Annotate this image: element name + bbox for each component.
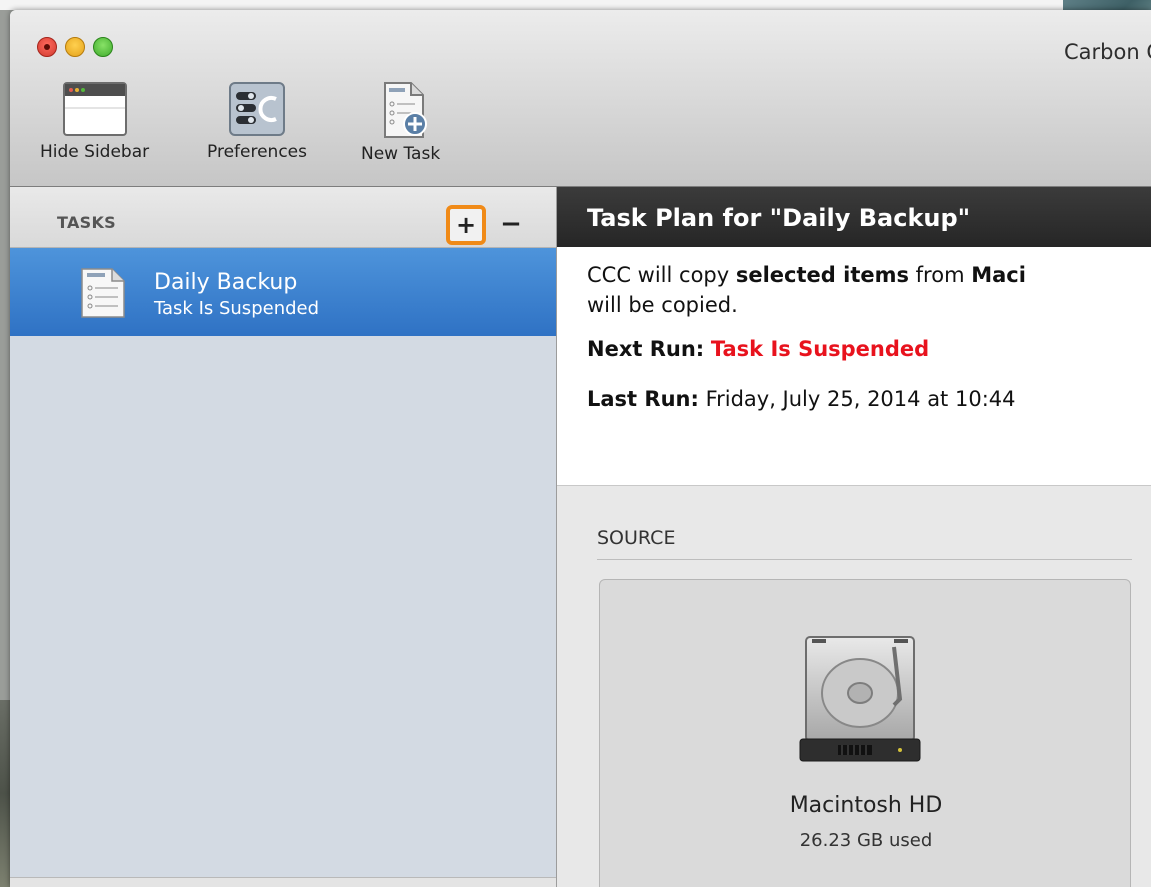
source-volume-used: 26.23 GB used [799,830,933,851]
task-plan-title: Task Plan for "Daily Backup" [587,204,971,232]
task-list-item-daily-backup[interactable]: Daily Backup Task Is Suspended [10,248,556,336]
last-run-label: Last Run: [587,387,699,411]
sidebar-footer [10,877,556,887]
app-window: Carbon Copy Cloner Hide Sidebar [10,10,1151,887]
sidebar-header: TASKS + − [10,187,556,248]
task-plan-header: Task Plan for "Daily Backup" [557,187,1151,247]
preferences-label: Preferences [207,142,307,162]
copy-text-source-name: Maci [971,263,1026,287]
add-task-button[interactable]: + [446,205,486,245]
copy-text-1: CCC will copy [587,263,736,287]
copy-description-line: CCC will copy selected items from Maci [587,263,1026,287]
hide-sidebar-label: Hide Sidebar [40,142,150,162]
next-run-label: Next Run: [587,337,705,361]
last-run-value: Friday, July 25, 2014 at 10:44 [705,387,1016,411]
preferences-button[interactable]: Preferences [207,82,307,162]
hard-drive-icon [799,636,921,762]
last-run-line: Last Run: Friday, July 25, 2014 at 10:44 [587,387,1016,411]
copy-text-2: from [908,263,972,287]
task-plan-summary: CCC will copy selected items from Maci w… [557,247,1151,486]
source-divider [597,559,1132,560]
hide-sidebar-button[interactable]: Hide Sidebar [40,82,149,162]
zoom-window-button[interactable] [93,37,113,57]
title-toolbar: Carbon Copy Cloner Hide Sidebar [10,10,1151,187]
next-run-value: Task Is Suspended [710,337,930,361]
copy-description-line-2: will be copied. [587,293,738,317]
task-plan-panel: Task Plan for "Daily Backup" CCC will co… [557,187,1151,887]
new-task-button[interactable]: New Task [361,82,440,164]
copy-text-selected-items: selected items [735,263,909,287]
minimize-window-button[interactable] [65,37,85,57]
task-status: Task Is Suspended [154,298,320,319]
source-volume-selector[interactable]: Macintosh HD 26.23 GB used [599,579,1131,887]
preferences-icon [228,82,285,136]
task-sidebar: TASKS + − Daily Backup Task Is Suspended [10,187,557,887]
next-run-line: Next Run: Task Is Suspended [587,337,929,361]
sidebar-window-icon [62,82,127,136]
window-title: Carbon Copy Cloner [1064,40,1151,64]
remove-task-button[interactable]: − [496,206,526,242]
task-document-icon [81,268,125,318]
close-window-button[interactable] [37,37,57,57]
task-name: Daily Backup [154,270,298,295]
source-volume-name: Macintosh HD [789,793,943,818]
desktop-background-top [0,0,1151,10]
new-task-document-icon [383,82,427,138]
new-task-label: New Task [361,144,441,164]
tasks-heading: TASKS [57,213,116,232]
source-heading: SOURCE [597,527,676,549]
